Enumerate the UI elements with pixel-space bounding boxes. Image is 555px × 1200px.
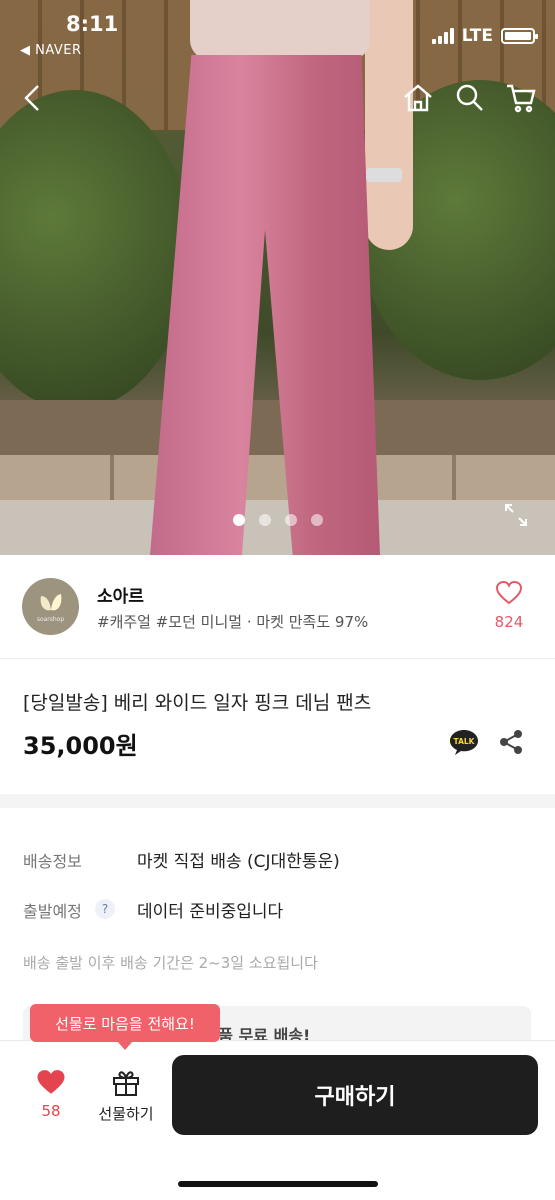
home-button[interactable] (400, 80, 436, 116)
butterfly-logo-icon (40, 594, 61, 611)
product-price: 35,000원 (23, 732, 138, 760)
kakao-talk-icon[interactable]: TALK (448, 728, 480, 756)
gallery-dots (0, 514, 555, 526)
shop-like-button[interactable]: 824 (489, 580, 529, 631)
delivery-note: 배송 출발 이후 배송 기간은 2~3일 소요됩니다 (23, 954, 318, 972)
back-button[interactable] (14, 80, 50, 116)
expand-icon[interactable] (503, 502, 529, 528)
section-divider (0, 794, 555, 808)
gallery-dot-4[interactable] (310, 514, 323, 526)
gift-tooltip: 선물로 마음을 전해요! (30, 1004, 220, 1050)
gallery-dot-2[interactable] (258, 514, 271, 526)
image-watch (366, 168, 402, 182)
product-title: [당일발송] 베리 와이드 일자 핑크 데님 팬츠 (23, 692, 372, 714)
back-to-app-link[interactable]: ◀ NAVER (20, 43, 82, 58)
signal-icon (431, 28, 454, 44)
status-indicators: LTE (431, 26, 538, 46)
gift-button[interactable]: 선물하기 (92, 1069, 160, 1124)
buy-button[interactable]: 구매하기 (172, 1055, 538, 1135)
battery-icon (501, 28, 538, 44)
gallery-dot-3[interactable] (284, 514, 297, 526)
departure-label: 출발예정 (23, 902, 82, 921)
shop-logo-text: soarshop (36, 616, 65, 623)
home-icon (404, 84, 432, 112)
gift-icon (113, 1071, 139, 1096)
status-time: 8:11 (66, 12, 119, 36)
heart-outline-icon (495, 580, 523, 605)
heart-filled-icon (37, 1070, 65, 1094)
cart-button[interactable] (503, 80, 539, 116)
like-button[interactable]: 58 (30, 1069, 72, 1120)
shop-avatar[interactable]: soarshop (22, 578, 79, 635)
image-arm (365, 0, 413, 250)
shop-section[interactable]: soarshop 소아르 #캐주얼 #모던 미니멀 · 마켓 만족도 97% 8… (0, 555, 555, 659)
bottom-action-bar: 58 선물하기 구매하기 (0, 1040, 555, 1200)
search-button[interactable] (452, 80, 488, 116)
image-shirt (190, 0, 370, 60)
talk-label: TALK (454, 737, 476, 746)
gallery-dot-1[interactable] (232, 514, 245, 526)
shipping-info-value: 마켓 직접 배송 (CJ대한통운) (137, 852, 340, 872)
image-pavement (0, 500, 555, 555)
shop-like-count: 824 (494, 613, 524, 631)
like-count: 58 (41, 1102, 61, 1120)
back-icon (24, 85, 39, 111)
home-indicator (178, 1181, 378, 1187)
search-icon (456, 84, 483, 111)
cart-icon (507, 84, 536, 113)
shop-name[interactable]: 소아르 (97, 582, 144, 607)
image-foliage-left (0, 90, 190, 410)
departure-value: 데이터 준비중입니다 (137, 902, 284, 922)
image-curb (0, 455, 555, 500)
network-type: LTE (461, 26, 493, 46)
share-icon[interactable] (498, 729, 524, 755)
gift-label: 선물하기 (98, 1105, 154, 1123)
help-icon[interactable]: ? (95, 899, 115, 919)
shipping-info-label: 배송정보 (23, 852, 82, 871)
shop-tags: #캐주얼 #모던 미니멀 · 마켓 만족도 97% (97, 613, 369, 631)
